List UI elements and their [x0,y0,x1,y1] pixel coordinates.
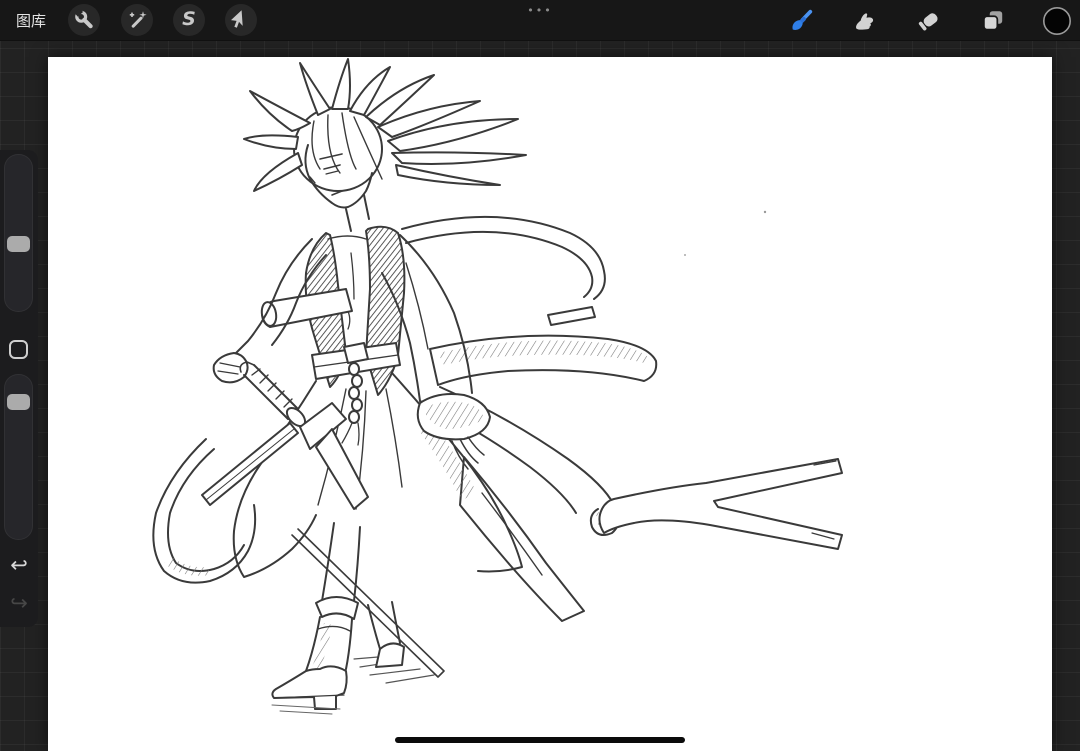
opacity-slider[interactable] [4,374,33,540]
redo-button[interactable]: ↪ [0,588,38,618]
drawing-canvas[interactable] [48,57,1052,751]
adjustments-button[interactable] [121,4,153,36]
top-toolbar: 图库 S ••• [0,0,1080,41]
smudge-finger-icon [856,13,874,30]
system-handle-dots[interactable]: ••• [516,3,564,19]
home-indicator-bar[interactable] [395,737,685,743]
paintbrush-icon [792,9,813,30]
actions-button[interactable] [68,4,100,36]
color-swatch-circle [1043,7,1071,35]
layers-button[interactable] [976,4,1010,38]
gallery-button[interactable]: 图库 [16,0,46,41]
brush-size-slider[interactable] [4,154,33,312]
app-workspace: 图库 S ••• ↩ ↪ [0,0,1080,751]
artwork-sketch [152,58,843,715]
color-button[interactable] [1040,4,1074,38]
smudge-tool-button[interactable] [848,4,882,38]
selection-button[interactable]: S [173,4,205,36]
selection-s-icon: S [182,8,196,30]
wrench-icon [74,9,93,29]
brush-size-thumb[interactable] [7,236,30,252]
modify-button[interactable] [9,340,28,359]
opacity-thumb[interactable] [7,394,30,410]
magic-wand-icon [129,11,147,28]
paint-tool-button[interactable] [784,4,818,38]
erase-tool-button[interactable] [912,4,946,38]
eraser-icon [918,13,938,31]
layers-icon [983,11,1003,31]
brush-sidebar: ↩ ↪ [0,150,38,627]
transform-arrow-icon [230,10,243,28]
transform-button[interactable] [225,4,257,36]
undo-button[interactable]: ↩ [0,550,38,580]
